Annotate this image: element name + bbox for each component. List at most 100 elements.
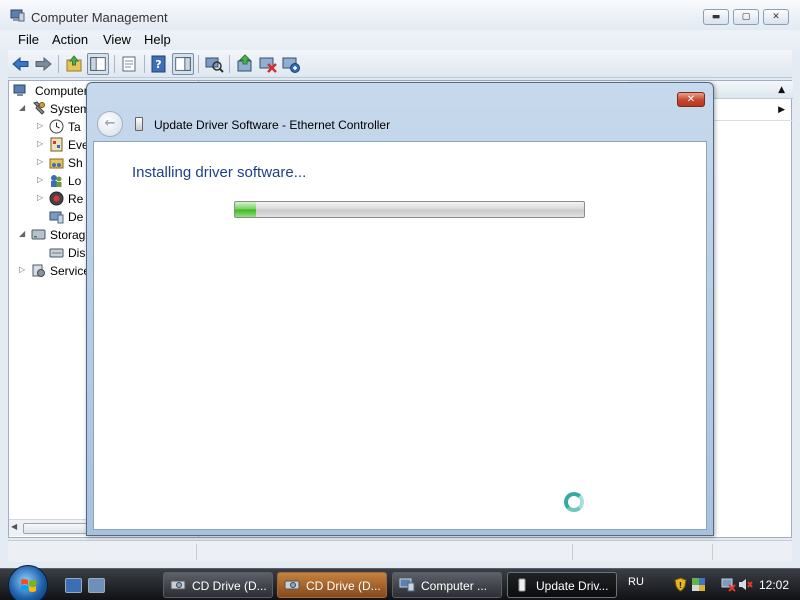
dialog-title: Update Driver Software - Ethernet Contro… — [154, 118, 391, 132]
expand-icon[interactable]: ▷ — [37, 157, 46, 166]
taskbar-button-label: CD Drive (D... — [306, 579, 381, 593]
taskbar-button-computer-management[interactable]: Computer ... — [392, 572, 502, 598]
tree-item-label: De — [68, 210, 84, 224]
show-hide-console-tree-icon[interactable] — [87, 53, 109, 75]
show-desktop-icon[interactable] — [65, 578, 82, 593]
menu-help[interactable]: Help — [144, 32, 171, 47]
minimize-button[interactable]: ▬ — [703, 9, 729, 25]
back-arrow-icon: ← — [104, 116, 116, 131]
computer-management-icon — [10, 9, 25, 22]
minimize-icon: ▬ — [711, 12, 721, 22]
disk-management-icon — [49, 248, 64, 258]
toolbar-separator — [198, 55, 199, 73]
collapse-up-icon[interactable]: ▲ — [778, 85, 785, 95]
shared-folders-icon — [49, 158, 64, 169]
show-hide-action-pane-icon[interactable] — [172, 53, 194, 75]
close-button[interactable]: ✕ — [763, 9, 789, 25]
expand-icon[interactable]: ▷ — [37, 175, 46, 184]
enable-device-icon[interactable] — [280, 53, 302, 75]
start-button[interactable] — [8, 565, 48, 600]
services-icon — [32, 264, 45, 277]
help-icon[interactable]: ? — [148, 53, 170, 75]
disable-device-icon[interactable] — [257, 53, 279, 75]
storage-icon — [31, 229, 46, 240]
close-icon: ✕ — [772, 12, 780, 22]
properties-icon[interactable] — [118, 53, 140, 75]
system-tools-icon — [33, 101, 45, 115]
taskbar-button-cd-drive-2[interactable]: CD Drive (D... — [277, 572, 387, 598]
cd-drive-icon — [284, 580, 300, 590]
taskbar: CD Drive (D... CD Drive (D... Computer .… — [0, 565, 800, 600]
clock-icon — [49, 119, 64, 134]
volume-muted-icon[interactable] — [738, 577, 753, 592]
back-arrow-icon[interactable] — [10, 53, 32, 75]
clock[interactable]: 12:02 — [759, 578, 789, 592]
forward-arrow-icon[interactable] — [32, 53, 54, 75]
status-cell — [572, 544, 712, 560]
svg-text:?: ? — [155, 58, 161, 71]
status-cell — [196, 544, 572, 560]
windows-logo-icon — [21, 579, 36, 592]
maximize-icon: ▢ — [741, 12, 751, 22]
switch-windows-icon[interactable] — [88, 578, 105, 593]
svg-text:!: ! — [679, 581, 683, 590]
taskbar-button-label: Computer ... — [421, 579, 488, 593]
device-driver-icon — [135, 117, 143, 131]
toolbar-separator — [114, 55, 115, 73]
more-actions-icon[interactable]: ▶ — [778, 105, 785, 115]
menu-file[interactable]: File — [18, 32, 39, 47]
computer-management-icon — [399, 578, 415, 592]
scan-hardware-icon[interactable] — [203, 53, 225, 75]
busy-spinner-icon — [564, 492, 584, 512]
tree-item-label: Lo — [68, 174, 82, 188]
tree-item-label: Dis — [68, 246, 86, 260]
collapse-icon[interactable]: ◢ — [19, 229, 28, 238]
computer-icon — [13, 84, 26, 96]
device-manager-icon — [49, 211, 64, 224]
taskbar-button-update-driver[interactable]: Update Driv... — [507, 572, 617, 598]
update-driver-icon[interactable] — [234, 53, 256, 75]
menu-view[interactable]: View — [103, 32, 131, 47]
update-driver-dialog: ✕ ← Update Driver Software - Ethernet Co… — [86, 82, 714, 536]
menu-action[interactable]: Action — [52, 32, 88, 47]
toolbar-separator — [58, 55, 59, 73]
network-disconnected-icon[interactable] — [721, 577, 736, 592]
toolbar-separator — [229, 55, 230, 73]
tree-item-label: Sh — [68, 156, 83, 170]
security-shield-icon[interactable]: ! — [673, 577, 688, 592]
scroll-left-icon[interactable]: ◀ — [11, 522, 17, 531]
toolbar: ? — [8, 50, 792, 78]
taskbar-button-label: CD Drive (D... — [192, 579, 267, 593]
window-title: Computer Management — [31, 10, 168, 25]
toolbar-separator — [144, 55, 145, 73]
collapse-icon[interactable]: ◢ — [19, 103, 28, 112]
taskbar-button-cd-drive-1[interactable]: CD Drive (D... — [163, 572, 273, 598]
device-driver-icon — [518, 578, 526, 592]
expand-icon[interactable]: ▷ — [37, 193, 46, 202]
taskbar-button-label: Update Driv... — [536, 579, 609, 593]
dialog-body: Installing driver software... — [93, 141, 707, 530]
up-folder-icon[interactable] — [63, 53, 85, 75]
device-install-icon[interactable] — [691, 577, 706, 592]
back-button[interactable]: ← — [97, 111, 123, 137]
tree-item-label: Re — [68, 192, 84, 206]
cd-drive-icon — [170, 580, 186, 590]
tree-item-label: Ta — [68, 120, 81, 134]
tree-item-label: System — [50, 102, 91, 116]
progress-fill — [235, 202, 256, 217]
expand-icon[interactable]: ▷ — [37, 139, 46, 148]
maximize-button[interactable]: ▢ — [733, 9, 759, 25]
expand-icon[interactable]: ▷ — [19, 265, 28, 274]
language-indicator[interactable]: RU — [628, 576, 644, 588]
status-bar — [8, 540, 792, 562]
expand-icon[interactable]: ▷ — [37, 121, 46, 130]
status-cell — [712, 544, 792, 560]
reliability-icon — [49, 191, 64, 206]
status-heading: Installing driver software... — [132, 164, 307, 181]
title-bar[interactable]: Computer Management ▬ ▢ ✕ — [0, 0, 800, 30]
local-users-icon — [51, 175, 62, 187]
dialog-close-button[interactable]: ✕ — [677, 92, 705, 107]
progress-bar — [234, 201, 585, 218]
tree-item-label: Service — [50, 264, 91, 278]
tree-item-label: Computer — [35, 84, 88, 98]
